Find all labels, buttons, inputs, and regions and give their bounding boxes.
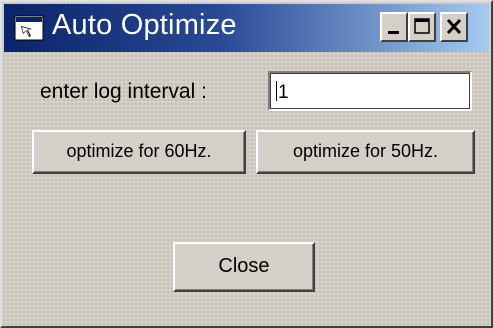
text-caret — [276, 81, 277, 101]
maximize-button[interactable] — [408, 12, 436, 42]
log-interval-input[interactable]: 1 — [268, 71, 472, 111]
auto-optimize-window: Auto Optimize enter log interval: 1 opt… — [0, 0, 493, 328]
close-window-button[interactable] — [440, 12, 468, 42]
optimize-60hz-button[interactable]: optimize for 60Hz. — [32, 130, 246, 174]
title-bar[interactable]: Auto Optimize — [4, 4, 489, 52]
minimize-button[interactable] — [380, 12, 408, 42]
window-title: Auto Optimize — [52, 9, 237, 41]
log-interval-value: 1 — [278, 82, 289, 103]
log-interval-label: enter log interval : — [40, 80, 207, 103]
app-window-icon[interactable] — [14, 15, 44, 41]
close-button[interactable]: Close — [173, 242, 315, 292]
optimize-50hz-button[interactable]: optimize for 50Hz. — [256, 130, 475, 174]
